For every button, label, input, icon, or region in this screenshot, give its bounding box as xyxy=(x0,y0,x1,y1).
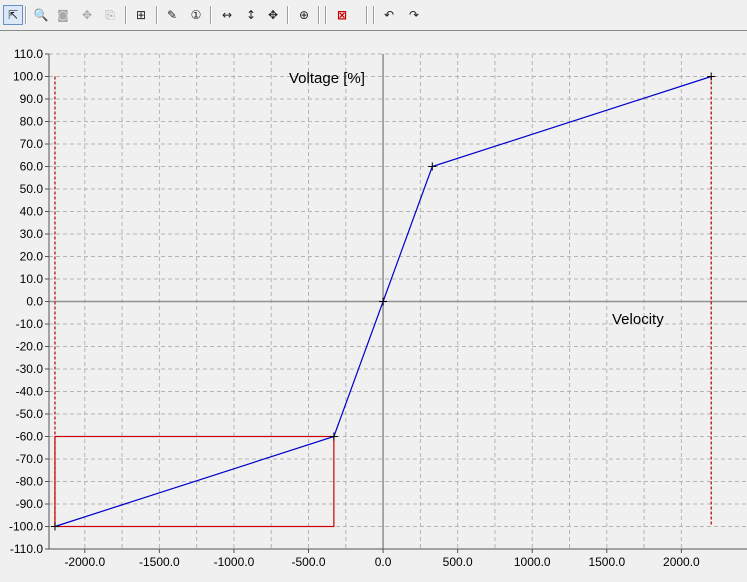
clear-plot-button[interactable]: ⊠ xyxy=(332,5,352,25)
plot-area[interactable]: 110.0 100.0 90.0 80.0 70.0 60.0 50.0 40.0 30.0 20… xyxy=(0,30,747,578)
clear-icon: ⊠ xyxy=(336,8,348,22)
toolbar-separator xyxy=(25,6,27,24)
y-tick-label: 100.0 xyxy=(13,70,43,84)
y-tick-label: 50.0 xyxy=(20,182,44,196)
undo-icon: ↶ xyxy=(383,8,395,22)
grid-icon: ⊞ xyxy=(135,8,147,22)
y-tick-label: -100.0 xyxy=(9,520,43,534)
y-tick-label: -80.0 xyxy=(16,475,44,489)
y-tick-label: -60.0 xyxy=(16,430,44,444)
pointer-icon: ⇱ xyxy=(7,8,19,22)
numbered-marker-icon: ① xyxy=(190,8,202,22)
export-disabled-button[interactable]: ⎘ xyxy=(100,5,120,25)
toolbar-separator xyxy=(125,6,127,24)
pan-icon: ✥ xyxy=(81,8,93,22)
y-tick-label: -50.0 xyxy=(16,407,44,421)
pen-icon: ✎ xyxy=(166,8,178,22)
axes xyxy=(48,54,747,550)
x-tick-label: -2000.0 xyxy=(64,555,105,569)
horizontal-arrows-icon: ↔ xyxy=(221,8,233,22)
fit-horizontal-button[interactable]: ↔ xyxy=(217,5,237,25)
x-tick-label: 2000.0 xyxy=(663,555,700,569)
pan-disabled-button[interactable]: ✥ xyxy=(77,5,97,25)
voltage-velocity-chart[interactable]: 110.0 100.0 90.0 80.0 70.0 60.0 50.0 40.0 30.0 20… xyxy=(0,31,747,577)
vertical-arrows-icon: ↕ xyxy=(245,8,257,22)
x-axis-label: Velocity xyxy=(612,311,664,328)
y-tick-label: 110.0 xyxy=(14,47,43,61)
y-tick-label: -70.0 xyxy=(16,452,44,466)
redo-icon: ↷ xyxy=(408,8,420,22)
y-axis-label: Voltage [%] xyxy=(289,70,365,87)
undo-button[interactable]: ↶ xyxy=(379,5,399,25)
toolbar-separator xyxy=(366,6,368,24)
x-tick-label: 500.0 xyxy=(443,555,473,569)
fit-both-button[interactable]: ✥ xyxy=(263,5,283,25)
y-tick-label: -90.0 xyxy=(16,497,44,511)
y-tick-label: 40.0 xyxy=(20,205,44,219)
y-tick-label: -30.0 xyxy=(16,362,44,376)
redo-button[interactable]: ↷ xyxy=(404,5,424,25)
toolbar: ⇱ 🔍 ◙ ✥ ⎘ ⊞ ✎ ① ↔ ↕ ✥ ⊕ ⊠ ↶ ↷ xyxy=(0,0,747,30)
toolbar-separator xyxy=(373,6,375,24)
x-tick-label: 1000.0 xyxy=(514,555,551,569)
y-tick-label: 10.0 xyxy=(20,272,44,286)
y-tick-label: -20.0 xyxy=(16,340,44,354)
zoom-area-icon: ◙ xyxy=(57,8,69,22)
marker-one-button[interactable]: ① xyxy=(186,5,206,25)
y-tick-label: -110.0 xyxy=(10,542,43,556)
toolbar-separator xyxy=(210,6,212,24)
export-icon: ⎘ xyxy=(105,8,115,22)
data-point[interactable] xyxy=(50,522,59,531)
toolbar-separator xyxy=(318,6,320,24)
y-tick-label: 90.0 xyxy=(20,92,44,106)
y-tick-label: -40.0 xyxy=(16,385,44,399)
center-view-button[interactable]: ⊕ xyxy=(294,5,314,25)
data-point[interactable] xyxy=(707,72,716,81)
y-tick-label: 60.0 xyxy=(20,160,44,174)
x-tick-labels: -2000.0 -1500.0 -1000.0 -500.0 0.0 500.0 1000.… xyxy=(64,549,700,569)
fit-vertical-button[interactable]: ↕ xyxy=(241,5,261,25)
data-point[interactable] xyxy=(329,432,338,441)
y-tick-label: -10.0 xyxy=(16,317,44,331)
data-point[interactable] xyxy=(379,297,388,306)
x-tick-label: -1500.0 xyxy=(139,555,180,569)
zoom-disabled-button[interactable]: ◙ xyxy=(53,5,73,25)
x-tick-label: 0.0 xyxy=(375,555,392,569)
data-point[interactable] xyxy=(428,162,437,171)
y-tick-label: 0.0 xyxy=(26,295,43,309)
pointer-tool-button[interactable]: ⇱ xyxy=(3,5,23,25)
y-tick-label: 80.0 xyxy=(20,115,44,129)
toolbar-separator xyxy=(287,6,289,24)
y-tick-labels: 110.0 100.0 90.0 80.0 70.0 60.0 50.0 40.0 30.0 20… xyxy=(9,47,49,556)
y-tick-label: 20.0 xyxy=(20,250,44,264)
grid-toggle-button[interactable]: ⊞ xyxy=(131,5,151,25)
y-tick-label: 70.0 xyxy=(20,137,44,151)
zoom-icon: 🔍 xyxy=(33,8,49,22)
x-tick-label: -500.0 xyxy=(291,555,325,569)
draw-line-button[interactable]: ✎ xyxy=(162,5,182,25)
target-icon: ⊕ xyxy=(298,8,310,22)
y-tick-label: 30.0 xyxy=(20,227,44,241)
toolbar-separator xyxy=(325,6,327,24)
four-way-arrows-icon: ✥ xyxy=(267,8,279,22)
x-tick-label: 1500.0 xyxy=(588,555,625,569)
x-tick-label: -1000.0 xyxy=(214,555,255,569)
toolbar-separator xyxy=(156,6,158,24)
zoom-in-button[interactable]: 🔍 xyxy=(31,5,51,25)
